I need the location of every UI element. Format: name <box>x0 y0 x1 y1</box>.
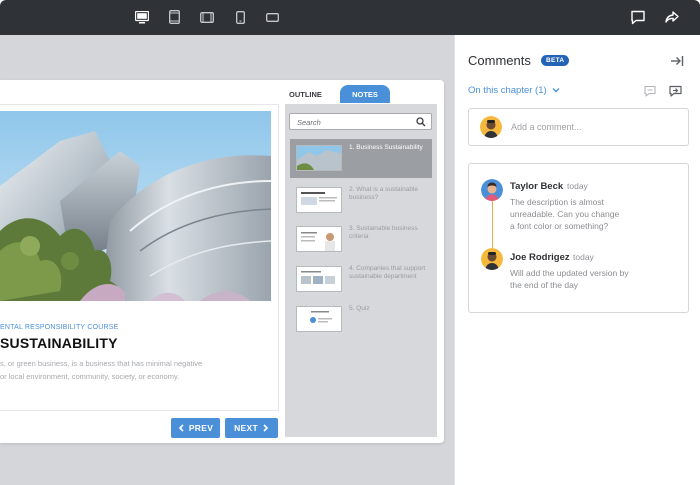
outline-item[interactable]: 2. What is a sustainable business? <box>290 181 432 220</box>
tab-outline[interactable]: OUTLINE <box>289 90 322 99</box>
comment-author: Taylor Beck <box>510 181 564 192</box>
outline-item[interactable]: 3. Sustainable business criteria <box>290 220 432 259</box>
comment-line: a font color or something? <box>510 221 609 231</box>
phone-icon[interactable] <box>232 9 248 25</box>
outline-item[interactable]: 1. Business Sustainability <box>290 139 432 178</box>
next-button[interactable]: NEXT <box>225 418 278 438</box>
slide-title: SUSTAINABILITY <box>0 335 118 351</box>
chapter-filter-label: On this chapter (1) <box>468 85 547 96</box>
top-toolbar <box>0 0 700 35</box>
phone-landscape-icon[interactable] <box>264 9 280 25</box>
comment-body: The description is almost unreadable. Ca… <box>510 196 619 232</box>
comment-author: Joe Rodrigez <box>510 252 570 263</box>
editor-stage: ENTAL RESPONSIBILITY COURSE SUSTAINABILI… <box>0 35 454 485</box>
course-label: ENTAL RESPONSIBILITY COURSE <box>0 324 119 331</box>
chapter-filter-dropdown[interactable]: On this chapter (1) <box>468 85 560 96</box>
comment-icon[interactable] <box>630 9 648 27</box>
outline-item[interactable]: 5. Quiz <box>290 300 432 339</box>
share-icon[interactable] <box>664 9 682 27</box>
add-comment-field[interactable]: Add a comment... <box>468 108 689 146</box>
tablet-landscape-icon[interactable] <box>199 9 215 25</box>
outline-item-label: 4. Companies that support sustainable de… <box>349 265 426 280</box>
building-photo <box>0 111 271 301</box>
prev-label: PREV <box>188 423 214 433</box>
avatar <box>481 179 503 201</box>
paragraph-line: or local environment, community, society… <box>0 372 180 381</box>
chevron-right-icon <box>263 424 269 432</box>
chevron-down-icon <box>552 88 560 93</box>
comments-title: Comments <box>468 53 531 68</box>
desktop-icon[interactable] <box>134 9 150 25</box>
search-icon <box>416 117 426 127</box>
slide-preview: ENTAL RESPONSIBILITY COURSE SUSTAINABILI… <box>0 104 279 411</box>
comment-time: today <box>573 252 594 262</box>
tablet-portrait-icon[interactable] <box>166 9 182 25</box>
tab-notes[interactable]: NOTES <box>340 85 390 103</box>
next-label: NEXT <box>234 423 258 433</box>
slide-thumbnail <box>296 187 342 213</box>
outline-item-label: 5. Quiz <box>349 305 370 312</box>
search-placeholder: Search <box>297 118 321 127</box>
slide-thumbnail <box>296 226 342 252</box>
course-player: ENTAL RESPONSIBILITY COURSE SUSTAINABILI… <box>0 80 444 443</box>
paragraph-line: s, or green business, is a business that… <box>0 359 203 368</box>
comment-thread: Taylor Beck today The description is alm… <box>468 163 689 313</box>
outline-item[interactable]: 4. Companies that support sustainable de… <box>290 260 432 299</box>
add-comment-placeholder: Add a comment... <box>511 122 582 132</box>
comment-body: Will add the updated version by the end … <box>510 267 629 291</box>
comment-line: Will add the updated version by <box>510 268 629 278</box>
beta-badge: BETA <box>541 55 570 66</box>
slide-thumbnail <box>296 145 342 171</box>
avatar <box>481 248 503 270</box>
avatar <box>480 116 502 138</box>
slide-paragraph: s, or green business, is a business that… <box>0 357 202 383</box>
comment-reply-icon[interactable] <box>669 85 682 97</box>
comment-time: today <box>567 181 588 191</box>
outline-item-label: 3. Sustainable business criteria <box>349 225 418 240</box>
resolved-comments-icon[interactable] <box>644 85 656 97</box>
collapse-panel-icon[interactable] <box>670 55 684 67</box>
comment-line: the end of the day <box>510 280 579 290</box>
prev-button[interactable]: PREV <box>171 418 220 438</box>
slide-thumbnail <box>296 266 342 292</box>
chevron-left-icon <box>178 424 184 432</box>
outline-item-label: 2. What is a sustainable business? <box>349 186 419 201</box>
slide-thumbnail <box>296 306 342 332</box>
outline-item-label: 1. Business Sustainability <box>349 144 423 151</box>
comments-panel: Comments BETA On this chapter (1) Add a … <box>454 35 700 485</box>
comment-line: unreadable. Can you change <box>510 209 620 219</box>
thread-connector <box>492 200 493 250</box>
comment-line: The description is almost <box>510 197 605 207</box>
outline-search-input[interactable]: Search <box>289 113 432 130</box>
